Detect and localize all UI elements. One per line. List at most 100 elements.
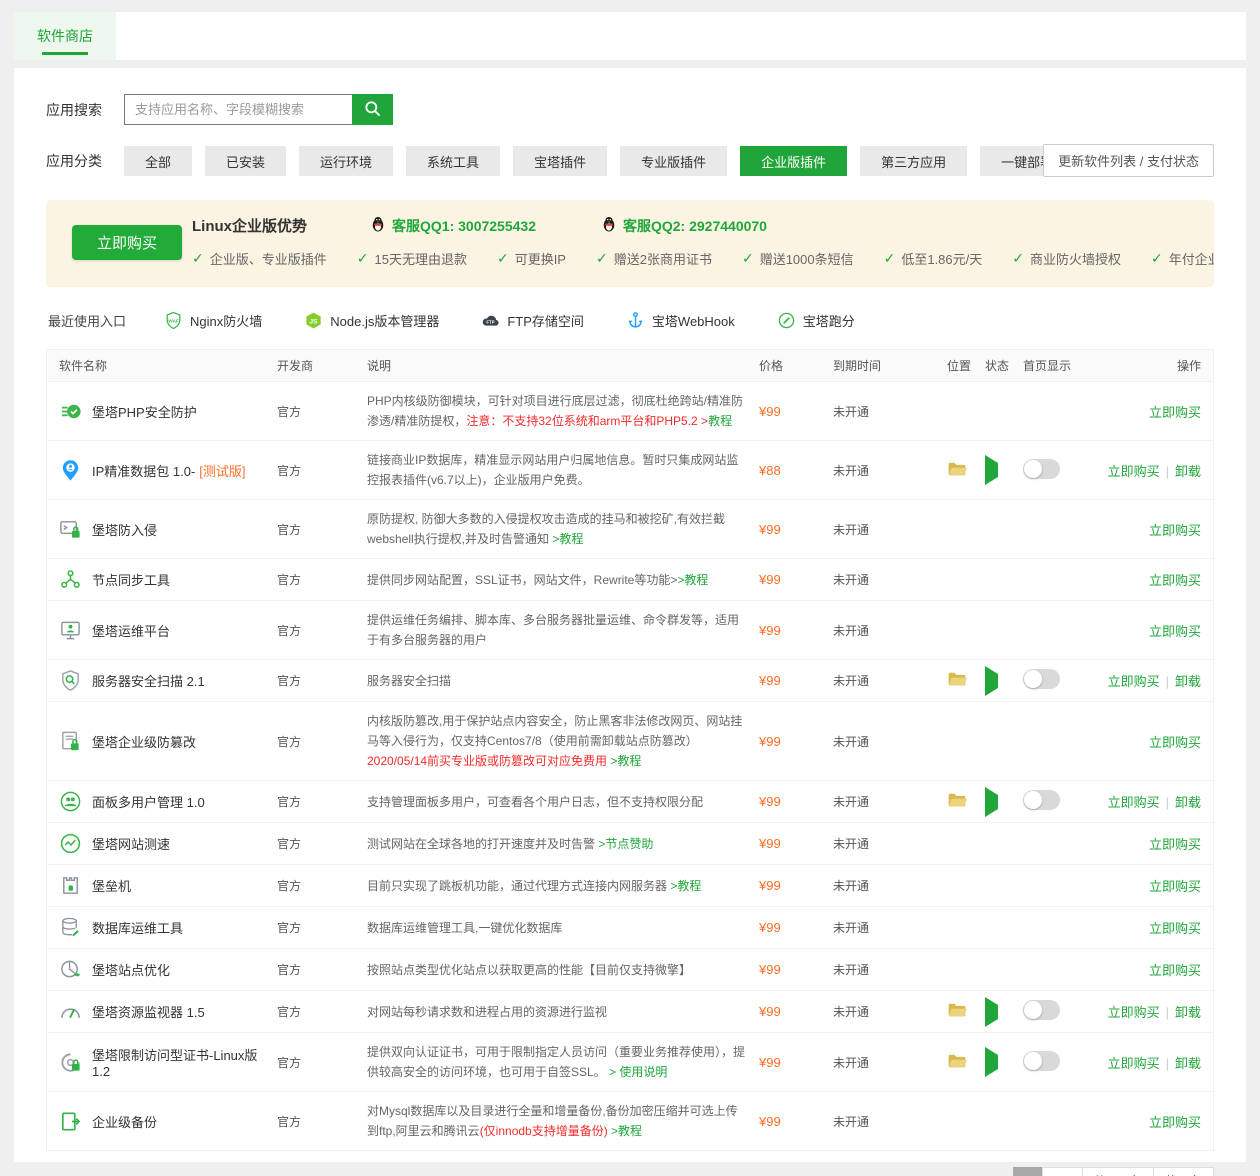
buy-link[interactable]: 立即购买 (1149, 963, 1201, 978)
search-button[interactable] (352, 94, 393, 125)
qq1-contact-link[interactable]: 客服QQ1: 3007255432 (369, 215, 536, 236)
recent-used-item[interactable]: 宝塔WebHook (626, 311, 735, 330)
tutorial-link[interactable]: > 使用说明 (609, 1065, 667, 1079)
developer-cell: 官方 (277, 919, 367, 936)
description-text: 提供运维任务编排、脚本库、多台服务器批量运维、命令群发等，适用于有多台服务器的用… (367, 613, 739, 647)
recent-used-item[interactable]: FTPFTP存储空间 (481, 311, 584, 330)
category-button[interactable]: 运行环境 (299, 146, 393, 176)
play-icon[interactable] (985, 455, 998, 485)
tutorial-link[interactable]: >教程 (670, 879, 701, 893)
uninstall-link[interactable]: 卸载 (1175, 1005, 1201, 1020)
category-button[interactable]: 专业版插件 (620, 146, 727, 176)
uninstall-link[interactable]: 卸载 (1175, 464, 1201, 479)
homepage-display-toggle[interactable] (1023, 1051, 1060, 1071)
folder-icon[interactable] (947, 1051, 967, 1071)
developer-cell: 官方 (277, 877, 367, 894)
description-text: 对网站每秒请求数和进程占用的资源进行监视 (367, 1005, 607, 1019)
status-cell (985, 674, 1023, 688)
buy-link[interactable]: 立即购买 (1108, 1005, 1160, 1020)
php-security-icon (59, 400, 82, 423)
tutorial-link[interactable]: 教程 (708, 414, 732, 428)
category-button[interactable]: 系统工具 (406, 146, 500, 176)
buy-link[interactable]: 立即购买 (1149, 735, 1201, 750)
buy-link[interactable]: 立即购买 (1149, 921, 1201, 936)
buy-link[interactable]: 立即购买 (1149, 624, 1201, 639)
category-button[interactable]: 第三方应用 (860, 146, 967, 176)
svg-text:WAF: WAF (168, 318, 179, 324)
recent-used-item[interactable]: WAFNginx防火墙 (164, 311, 262, 330)
buy-link[interactable]: 立即购买 (1149, 405, 1201, 420)
tab-software-store[interactable]: 软件商店 (14, 12, 116, 60)
developer-cell: 官方 (277, 672, 367, 689)
recent-used-item[interactable]: JSNode.js版本管理器 (304, 311, 439, 330)
buy-link[interactable]: 立即购买 (1149, 879, 1201, 894)
buy-link[interactable]: 立即购买 (1149, 1115, 1201, 1130)
tutorial-link[interactable]: >教程 (608, 1124, 642, 1138)
software-name: IP精准数据包 1.0- (92, 461, 195, 480)
description-text: 数据库运维管理工具,一键优化数据库 (367, 921, 562, 935)
category-button[interactable]: 企业版插件 (740, 146, 847, 176)
category-button[interactable]: 宝塔插件 (513, 146, 607, 176)
buy-now-button[interactable]: 立即购买 (72, 225, 182, 260)
buy-link[interactable]: 立即购买 (1108, 464, 1160, 479)
action-cell: 立即购买 (1101, 834, 1201, 853)
qq2-label: 客服QQ2: 2927440070 (623, 216, 767, 236)
location-cell (947, 459, 985, 482)
tutorial-link[interactable]: >教程 (607, 754, 641, 768)
banner-feature-item: ✓商业防火墙授权 (1012, 249, 1121, 268)
uninstall-link[interactable]: 卸载 (1175, 795, 1201, 810)
price-cell: ¥99 (759, 878, 833, 893)
action-separator: | (1166, 795, 1169, 810)
play-icon[interactable] (985, 787, 998, 817)
description-cell: PHP内核级防御模块，可针对项目进行底层过滤，彻底杜绝跨站/精准防渗透/精准防提… (367, 391, 759, 431)
uninstall-link[interactable]: 卸载 (1175, 1056, 1201, 1071)
homepage-display-toggle[interactable] (1023, 459, 1060, 479)
play-icon[interactable] (985, 1047, 998, 1077)
recent-used-list: WAFNginx防火墙 JSNode.js版本管理器 FTPFTP存储空间 宝塔Web… (164, 311, 897, 330)
tutorial-link[interactable]: >节点赞助 (598, 837, 653, 851)
price-cell: ¥99 (759, 623, 833, 638)
play-icon[interactable] (985, 997, 998, 1027)
qq2-contact-link[interactable]: 客服QQ2: 2927440070 (600, 215, 767, 236)
buy-link[interactable]: 立即购买 (1149, 523, 1201, 538)
software-name: 堡塔网站测速 (92, 834, 170, 853)
category-label: 应用分类 (46, 151, 124, 171)
description-cell: 按照站点类型优化站点以获取更高的性能【目前仅支持微擎】 (367, 960, 759, 980)
homepage-display-toggle[interactable] (1023, 1000, 1060, 1020)
price-cell: ¥88 (759, 463, 833, 478)
buy-link[interactable]: 立即购买 (1149, 837, 1201, 852)
table-row: 面板多用户管理 1.0官方支持管理面板多用户，可查看各个用户日志，但不支持权限分… (47, 780, 1213, 822)
folder-icon[interactable] (947, 669, 967, 689)
folder-icon[interactable] (947, 459, 967, 479)
page-number-button[interactable]: 1 (1013, 1167, 1043, 1176)
uninstall-link[interactable]: 卸载 (1175, 674, 1201, 689)
action-cell: 立即购买 (1101, 621, 1201, 640)
buy-link[interactable]: 立即购买 (1108, 1056, 1160, 1071)
tutorial-link[interactable]: >教程 (677, 573, 708, 587)
check-icon: ✓ (596, 250, 608, 267)
check-icon: ✓ (1151, 250, 1163, 267)
buy-link[interactable]: 立即购买 (1108, 674, 1160, 689)
search-input[interactable] (124, 94, 352, 125)
recent-used-item[interactable]: 宝塔跑分 (777, 311, 855, 330)
buy-link[interactable]: 立即购买 (1149, 573, 1201, 588)
check-icon: ✓ (884, 250, 896, 267)
site-optimize-icon (59, 958, 82, 981)
homepage-display-cell (1023, 459, 1101, 482)
software-name-cell: IP精准数据包 1.0-[测试版] (59, 459, 277, 482)
description-text: 链接商业IP数据库，精准显示网站用户归属地信息。暂时只集成网站监控报表插件(v6… (367, 453, 738, 487)
buy-link[interactable]: 立即购买 (1108, 795, 1160, 810)
software-name: 堡塔资源监视器 1.5 (92, 1002, 205, 1021)
update-software-list-button[interactable]: 更新软件列表 / 支付状态 (1043, 144, 1214, 177)
play-icon[interactable] (985, 666, 998, 696)
category-button[interactable]: 已安装 (205, 146, 286, 176)
category-button[interactable]: 全部 (124, 146, 192, 176)
tab-bar: 软件商店 (14, 12, 1246, 60)
homepage-display-toggle[interactable] (1023, 669, 1060, 689)
homepage-display-toggle[interactable] (1023, 790, 1060, 810)
folder-icon[interactable] (947, 790, 967, 810)
description-text: 原防提权, 防御大多数的入侵提权攻击造成的挂马和被挖矿,有效拦截webshell… (367, 512, 725, 546)
folder-icon[interactable] (947, 1000, 967, 1020)
tutorial-link[interactable]: >教程 (552, 532, 583, 546)
software-name-cell: 堡塔网站测速 (59, 832, 277, 855)
